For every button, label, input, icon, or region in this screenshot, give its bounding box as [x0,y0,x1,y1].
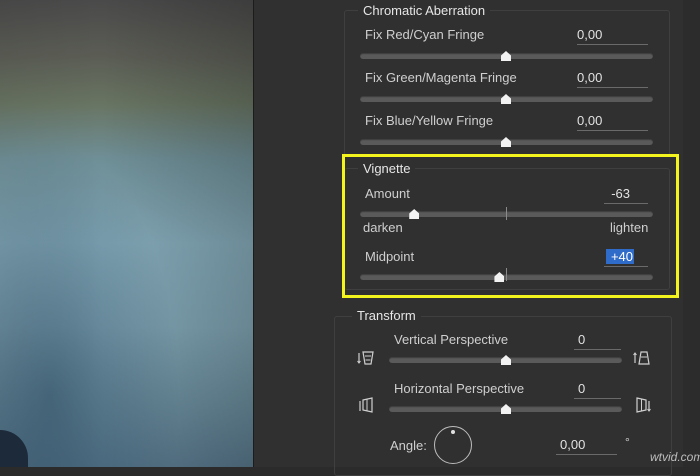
horizontal-perspective-increase-icon[interactable] [634,397,652,415]
fix-red-cyan-value-underline [577,44,648,45]
fix-blue-yellow-value[interactable]: 0,00 [577,113,609,128]
vignette-highlight-box [342,154,679,298]
vertical-perspective-value-underline [574,349,621,350]
photo-preview-shade [0,0,253,467]
fix-green-magenta-value[interactable]: 0,00 [577,70,609,85]
fix-red-cyan-value[interactable]: 0,00 [577,27,609,42]
fix-green-magenta-value-underline [577,87,648,88]
panel-scrollbar[interactable] [683,0,700,467]
fix-blue-yellow-value-underline [577,130,648,131]
transform-title: Transform [352,309,421,323]
horizontal-perspective-label: Horizontal Perspective [394,381,525,396]
chromatic-aberration-title: Chromatic Aberration [358,4,491,18]
angle-dial-indicator [451,430,455,434]
fix-blue-yellow-label: Fix Blue/Yellow Fringe [365,113,494,128]
vertical-perspective-increase-icon[interactable] [633,350,651,366]
angle-value[interactable]: 0,00 [560,437,590,452]
angle-value-underline [556,454,617,455]
horizontal-perspective-value-underline [574,398,621,399]
angle-label: Angle: [390,438,427,453]
horizontal-perspective-value[interactable]: 0 [578,381,592,396]
vertical-perspective-value[interactable]: 0 [578,332,592,347]
fix-green-magenta-label: Fix Green/Magenta Fringe [365,70,517,85]
horizontal-perspective-decrease-icon[interactable] [359,397,375,415]
vertical-perspective-decrease-icon[interactable] [357,350,375,366]
vertical-perspective-label: Vertical Perspective [394,332,509,347]
angle-unit: ° [625,435,630,449]
angle-dial[interactable] [434,426,472,464]
fix-red-cyan-label: Fix Red/Cyan Fringe [365,27,485,42]
watermark: wtvid.com [650,450,700,464]
